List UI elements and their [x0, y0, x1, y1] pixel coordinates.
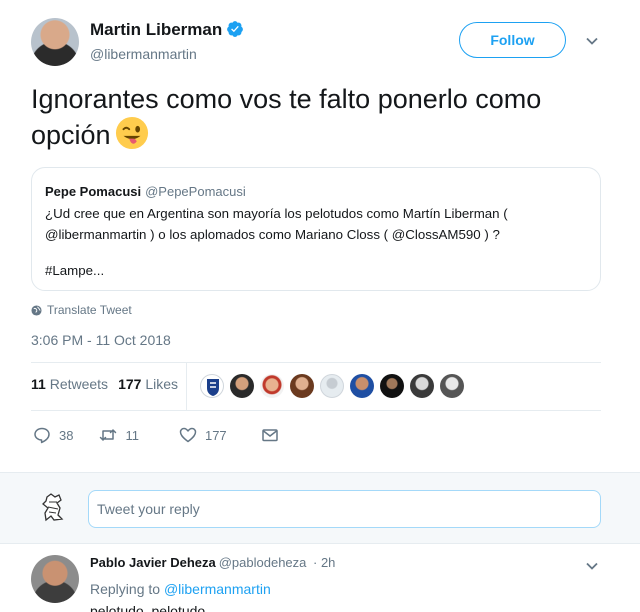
reply-header: Pablo Javier Deheza @pablodeheza · 2h [90, 555, 335, 570]
like-action[interactable]: 177 [179, 426, 227, 444]
winking-face-with-tongue-icon [115, 116, 148, 150]
replying-to: Replying to @libermanmartin [90, 581, 271, 597]
follow-button[interactable]: Follow [459, 22, 566, 58]
quote-text-line-3: #Lampe... [45, 263, 105, 278]
author-name-text[interactable]: Martin Liberman [90, 20, 222, 39]
retweet-count: 11 [125, 427, 139, 443]
author-handle[interactable]: @libermanmartin [90, 46, 197, 62]
retweets-count: 11 [31, 376, 46, 392]
divider [31, 410, 601, 411]
envelope-icon [261, 429, 278, 442]
liker-avatar[interactable] [200, 374, 224, 398]
reply-author-avatar[interactable] [31, 555, 79, 603]
reply-author-name[interactable]: Pablo Javier Deheza [90, 555, 216, 570]
retweet-icon [100, 429, 117, 441]
liker-avatar[interactable] [380, 374, 404, 398]
reply-action[interactable]: 38 [33, 426, 73, 444]
translate-tweet-link[interactable]: Translate Tweet [31, 303, 132, 317]
reply-author-handle[interactable]: @pablodeheza [219, 555, 307, 570]
likers-avatars [200, 374, 464, 398]
liker-avatar[interactable] [350, 374, 374, 398]
tweet-reply-input[interactable] [88, 490, 601, 528]
reply-count: 38 [59, 427, 74, 443]
reply-composer [0, 472, 640, 544]
divider [31, 362, 601, 363]
retweets-stat[interactable]: 11 Retweets [31, 376, 108, 392]
author-avatar[interactable] [31, 18, 79, 66]
reply-tweet: Pablo Javier Deheza @pablodeheza · 2h Rep… [0, 545, 640, 612]
liker-avatar[interactable] [230, 374, 254, 398]
user-avatar-icon[interactable] [37, 491, 69, 523]
tweet-stats: 11 Retweets 177 Likes [31, 376, 178, 392]
chevron-down-icon[interactable] [585, 559, 599, 573]
quote-author-handle: @PepePomacusi [145, 184, 246, 199]
replying-to-link[interactable]: @libermanmartin [164, 581, 271, 597]
reply-age[interactable]: · 2h [313, 555, 335, 570]
quoted-tweet[interactable]: Pepe Pomacusi @PepePomacusi ¿Ud cree que … [31, 167, 601, 291]
direct-message-action[interactable] [261, 426, 279, 444]
likes-count: 177 [118, 376, 142, 392]
retweet-action[interactable]: 11 [99, 426, 139, 444]
quote-text-line-1: ¿Ud cree que en Argentina son mayoría lo… [45, 206, 508, 221]
heart-icon [179, 427, 197, 443]
liker-avatar[interactable] [290, 374, 314, 398]
reply-text: pelotudo, pelotudo [90, 603, 206, 612]
likes-stat[interactable]: 177 Likes [118, 376, 178, 392]
liker-avatar[interactable] [320, 374, 344, 398]
author-name[interactable]: Martin Liberman [90, 20, 244, 40]
quote-author-name: Pepe Pomacusi [45, 184, 142, 199]
tweet-actions: 38 11 177 [33, 426, 279, 444]
divider [186, 362, 187, 410]
like-count: 177 [204, 427, 227, 443]
chevron-down-icon[interactable] [585, 34, 599, 48]
tweet-text-body: Ignorantes como vos te falto ponerlo com… [31, 84, 542, 150]
retweets-label: Retweets [49, 376, 109, 392]
tweet-text: Ignorantes como vos te falto ponerlo com… [31, 82, 611, 152]
likes-label: Likes [145, 376, 178, 392]
quote-text-line-2: @libermanmartin ) o los aplomados como M… [45, 227, 500, 242]
liker-avatar[interactable] [440, 374, 464, 398]
reply-icon [34, 427, 50, 444]
verified-badge-icon [227, 21, 244, 37]
replying-to-label: Replying to [90, 581, 161, 597]
quote-author[interactable]: Pepe Pomacusi @PepePomacusi [45, 184, 246, 199]
liker-avatar[interactable] [260, 374, 284, 398]
globe-icon [31, 304, 42, 316]
main-tweet: Martin Liberman @libermanmartin Follow I… [0, 0, 640, 470]
tweet-timestamp[interactable]: 3:06 PM - 11 Oct 2018 [31, 332, 171, 348]
liker-avatar[interactable] [410, 374, 434, 398]
translate-label[interactable]: Translate Tweet [47, 303, 132, 317]
